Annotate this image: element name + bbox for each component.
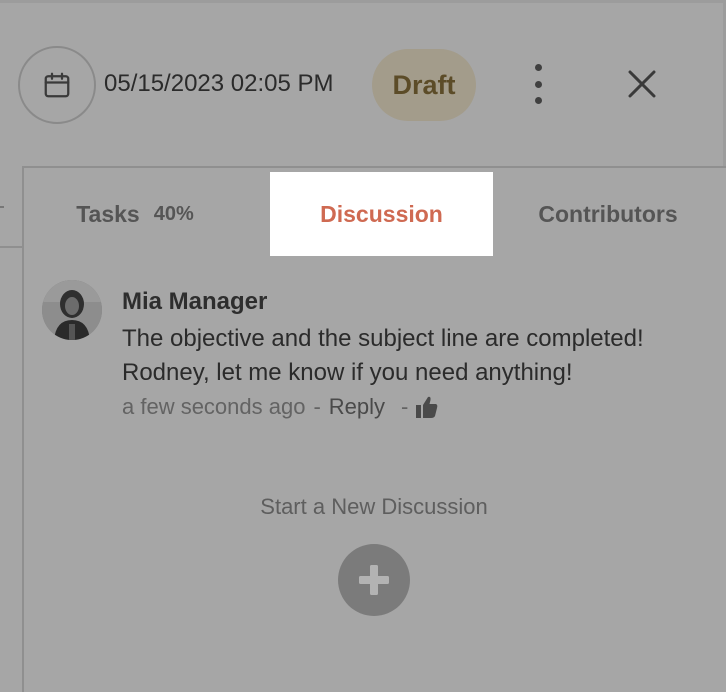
due-datetime[interactable]: 05/15/2023 02:05 PM	[104, 70, 334, 98]
calendar-icon	[44, 72, 70, 98]
reply-link[interactable]: Reply	[329, 394, 385, 420]
close-button[interactable]	[622, 64, 662, 104]
comment-text: The objective and the subject line are c…	[122, 325, 644, 386]
plus-icon	[359, 565, 389, 595]
tasks-progress: 40%	[153, 202, 194, 225]
tab-label: Contributors	[538, 200, 678, 227]
separator: -	[401, 394, 409, 419]
tab-tasks[interactable]: Tasks 40%	[60, 172, 210, 256]
more-vertical-icon	[534, 64, 542, 71]
calendar-button[interactable]	[18, 46, 96, 124]
comment-author: Mia Manager	[122, 288, 268, 315]
comment-meta: a few seconds ago - Reply -	[122, 394, 438, 420]
new-discussion-button[interactable]	[338, 544, 410, 616]
thumbs-up-icon[interactable]	[416, 395, 438, 419]
separator: -	[313, 394, 321, 419]
more-options-button[interactable]	[524, 64, 552, 104]
avatar[interactable]	[42, 280, 102, 340]
start-discussion-label: Start a New Discussion	[260, 494, 488, 519]
background-panel-edge	[0, 166, 24, 692]
comment-timestamp: a few seconds ago	[122, 394, 306, 419]
tab-contributors[interactable]: Contributors	[510, 172, 706, 256]
tab-label: Discussion	[320, 200, 443, 227]
close-icon	[628, 70, 656, 98]
user-photo-icon	[42, 280, 102, 340]
tab-label: Tasks	[76, 200, 140, 227]
status-badge[interactable]: Draft	[372, 49, 476, 121]
tab-discussion[interactable]: Discussion	[270, 172, 493, 256]
header-bar: 05/15/2023 02:05 PM Draft	[0, 0, 726, 168]
